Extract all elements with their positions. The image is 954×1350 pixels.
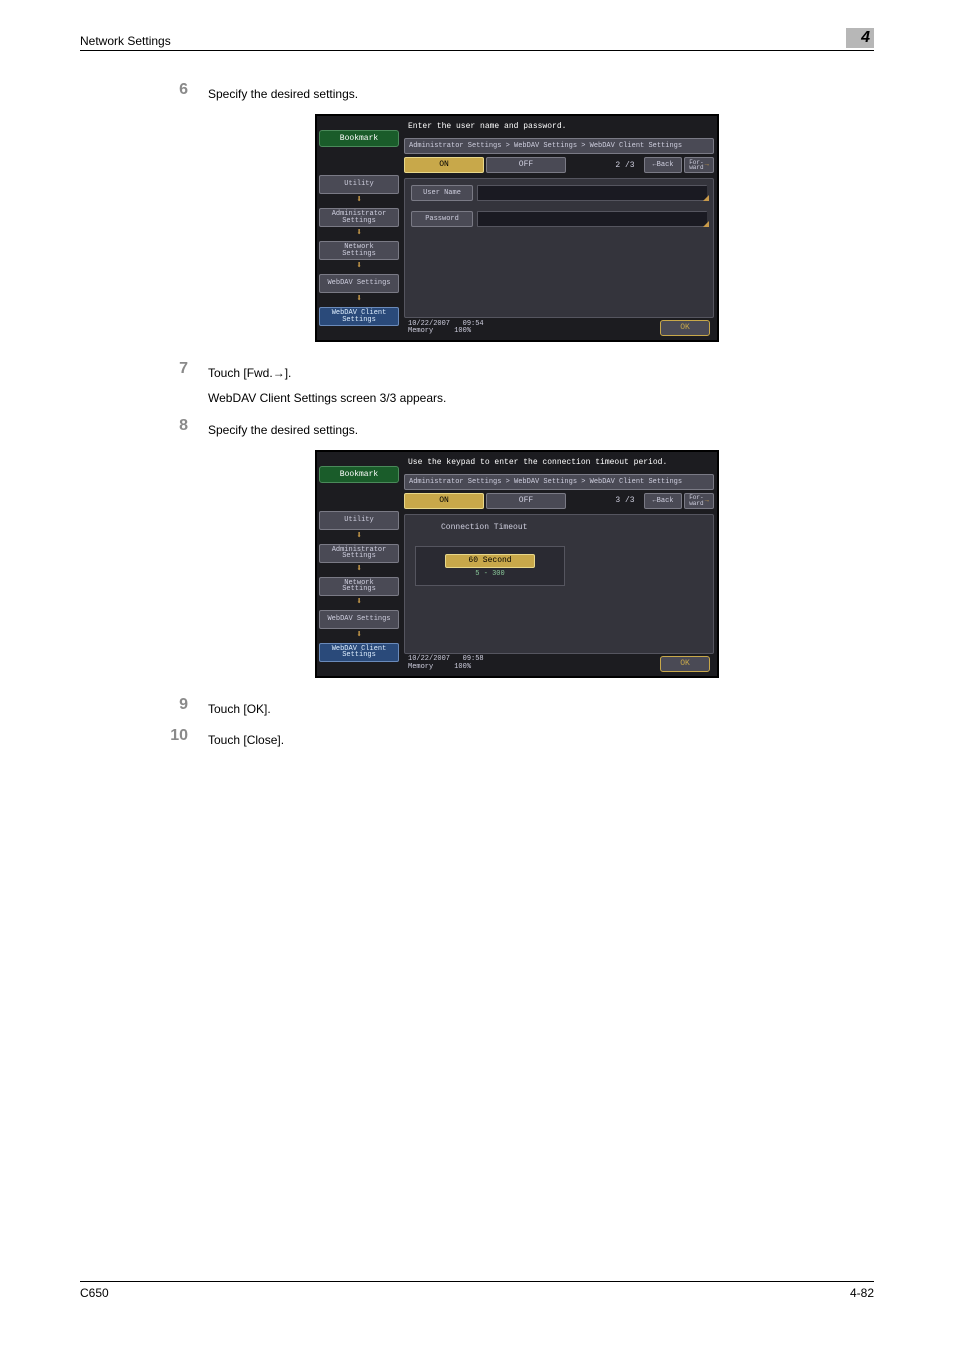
on-button[interactable]: ON <box>404 493 484 509</box>
section-title: Network Settings <box>80 34 171 48</box>
instruction-text: Use the keypad to enter the connection t… <box>404 454 714 474</box>
forward-label: For- ward <box>689 495 703 506</box>
password-input[interactable] <box>477 211 707 227</box>
step-number: 9 <box>160 696 188 714</box>
on-button[interactable]: ON <box>404 157 484 173</box>
step-text: Touch [OK]. <box>208 696 271 719</box>
arrow-down-icon: ⬇ <box>319 598 399 608</box>
status-bar: 10/22/2007 09:54 Memory 100% <box>408 321 484 336</box>
step-number: 6 <box>160 81 188 99</box>
footer-right: 4-82 <box>850 1286 874 1300</box>
step-subtext: WebDAV Client Settings screen 3/3 appear… <box>208 389 446 408</box>
step-number: 10 <box>160 727 188 745</box>
step-number: 8 <box>160 417 188 435</box>
step-text: Touch [Fwd.→]. <box>208 364 446 383</box>
timeout-range: 5 - 300 <box>475 570 504 578</box>
sidebar-item-admin-settings[interactable]: Administrator Settings <box>319 544 399 563</box>
bookmark-button[interactable]: Bookmark <box>319 466 399 483</box>
sidebar-item-webdav-settings[interactable]: WebDAV Settings <box>319 610 399 629</box>
step-text: Touch [Close]. <box>208 727 284 750</box>
ok-button[interactable]: OK <box>660 320 710 336</box>
sidebar-item-webdav-client[interactable]: WebDAV Client Settings <box>319 643 399 662</box>
page-indicator: 3 /3 <box>608 496 642 505</box>
instruction-text: Enter the user name and password. <box>404 118 714 138</box>
step-number: 7 <box>160 360 188 378</box>
arrow-down-icon: ⬇ <box>319 631 399 641</box>
connection-timeout-block: 60 Second 5 - 300 <box>415 546 565 586</box>
forward-button[interactable]: For- ward → <box>684 493 714 509</box>
page-indicator: 2 /3 <box>608 161 642 170</box>
step-text: Specify the desired settings. <box>208 417 358 440</box>
sidebar-item-webdav-settings[interactable]: WebDAV Settings <box>319 274 399 293</box>
arrow-right-icon: → <box>705 494 709 508</box>
arrow-down-icon: ⬇ <box>319 295 399 305</box>
forward-label: For- ward <box>689 160 703 171</box>
off-button[interactable]: OFF <box>486 157 566 173</box>
connection-timeout-label: Connection Timeout <box>411 521 707 536</box>
timeout-value[interactable]: 60 Second <box>445 554 535 568</box>
forward-button[interactable]: For- ward → <box>684 157 714 173</box>
username-button[interactable]: User Name <box>411 185 473 201</box>
screenshot-page-3: Bookmark Utility ⬇ Administrator Setting… <box>315 450 719 678</box>
sidebar-item-utility[interactable]: Utility <box>319 511 399 530</box>
ok-button[interactable]: OK <box>660 656 710 672</box>
sidebar-item-webdav-client[interactable]: WebDAV Client Settings <box>319 307 399 326</box>
back-button[interactable]: ←Back <box>644 493 682 509</box>
chapter-number: 4 <box>846 28 874 48</box>
username-input[interactable] <box>477 185 707 201</box>
sidebar-item-network-settings[interactable]: Network Settings <box>319 577 399 596</box>
arrow-down-icon: ⬇ <box>319 532 399 542</box>
sidebar-item-network-settings[interactable]: Network Settings <box>319 241 399 260</box>
breadcrumb: Administrator Settings > WebDAV Settings… <box>404 138 714 154</box>
arrow-right-icon: → <box>705 158 709 172</box>
arrow-down-icon: ⬇ <box>319 196 399 206</box>
password-button[interactable]: Password <box>411 211 473 227</box>
off-button[interactable]: OFF <box>486 493 566 509</box>
arrow-down-icon: ⬇ <box>319 565 399 575</box>
footer-left: C650 <box>80 1286 109 1300</box>
bookmark-button[interactable]: Bookmark <box>319 130 399 147</box>
sidebar-item-utility[interactable]: Utility <box>319 175 399 194</box>
status-bar: 10/22/2007 09:58 Memory 100% <box>408 656 484 671</box>
arrow-down-icon: ⬇ <box>319 262 399 272</box>
step-text: Specify the desired settings. <box>208 81 358 104</box>
arrow-down-icon: ⬇ <box>319 229 399 239</box>
screenshot-page-2: Bookmark Utility ⬇ Administrator Setting… <box>315 114 719 342</box>
breadcrumb: Administrator Settings > WebDAV Settings… <box>404 474 714 490</box>
sidebar-item-admin-settings[interactable]: Administrator Settings <box>319 208 399 227</box>
back-button[interactable]: ←Back <box>644 157 682 173</box>
